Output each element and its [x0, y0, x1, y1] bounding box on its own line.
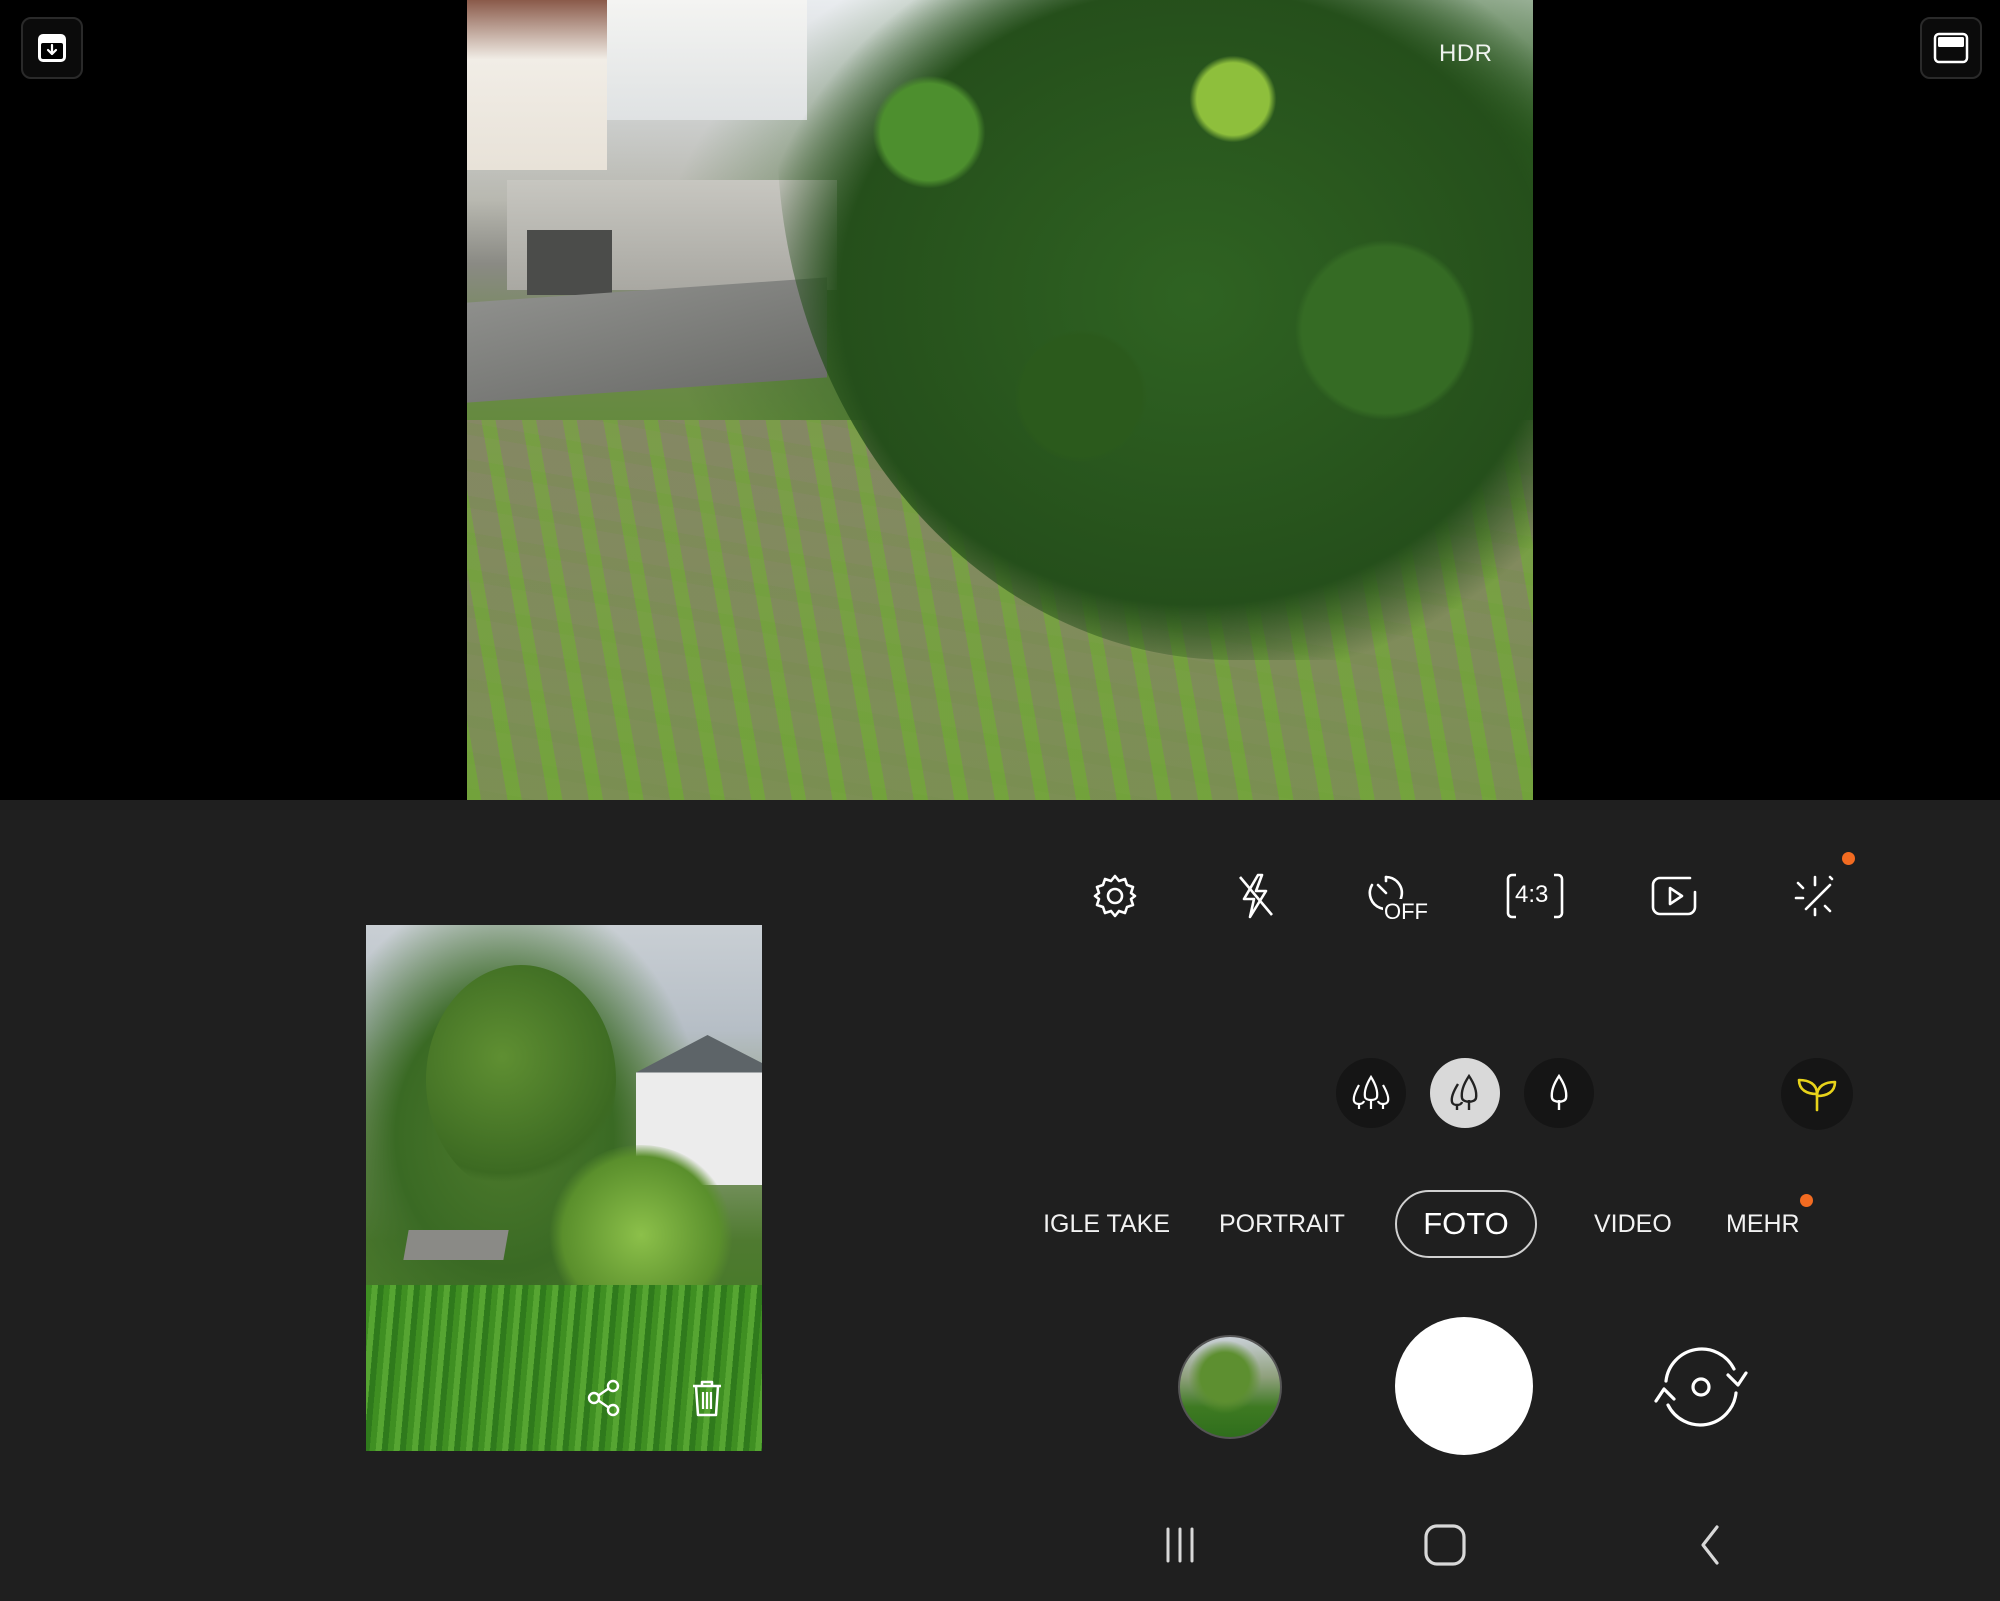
- filters-sparkle-icon: [1794, 875, 1834, 917]
- mode-single-take-label: IGLE TAKE: [1043, 1210, 1170, 1238]
- leaf-sprout-icon: [1797, 1078, 1837, 1112]
- aspect-ratio-label: 4:3: [1515, 881, 1549, 908]
- three-trees-icon: [1352, 1074, 1390, 1109]
- share-icon: [587, 1379, 620, 1417]
- gallery-thumbnail-button[interactable]: [1178, 1335, 1282, 1439]
- lens-ultra-wide-button[interactable]: [1336, 1058, 1406, 1128]
- nav-home-button[interactable]: [1415, 1520, 1475, 1570]
- settings-button[interactable]: [1084, 865, 1146, 927]
- flash-button[interactable]: [1224, 865, 1286, 927]
- lens-wide-button[interactable]: [1430, 1058, 1500, 1128]
- flip-camera-icon: [1654, 1347, 1748, 1427]
- eco-mode-button[interactable]: [1781, 1058, 1853, 1130]
- nav-recents-button[interactable]: [1150, 1520, 1210, 1570]
- delete-button[interactable]: [684, 1375, 730, 1421]
- hdr-indicator: HDR: [1439, 40, 1493, 67]
- viewfinder-road: [467, 277, 827, 403]
- motion-photo-icon: [1651, 876, 1697, 916]
- camera-viewfinder[interactable]: [467, 0, 1533, 800]
- timer-label: OFF: [1383, 899, 1429, 925]
- trash-icon: [693, 1380, 721, 1417]
- flash-off-icon: [1239, 873, 1273, 919]
- filters-notification-dot: [1842, 852, 1855, 865]
- recents-icon: [1166, 1527, 1194, 1563]
- gear-icon: [1093, 874, 1137, 918]
- more-notification-dot: [1800, 1194, 1813, 1207]
- mode-more[interactable]: MEHR: [1726, 1210, 1800, 1239]
- preview-table: [403, 1230, 509, 1260]
- viewfinder-house: [467, 0, 607, 170]
- lens-tele-button[interactable]: [1524, 1058, 1594, 1128]
- filters-button[interactable]: [1784, 865, 1846, 927]
- back-icon: [1701, 1525, 1719, 1565]
- window-mode-icon: [1933, 32, 1969, 64]
- camera-screen: HDR OFF 4:3 IGLE TAKE PORTRAIT FOTO VIDE…: [0, 0, 2000, 1601]
- flip-camera-button[interactable]: [1644, 1335, 1758, 1439]
- window-mode-button[interactable]: [1920, 17, 1982, 79]
- capture-download-button[interactable]: [21, 17, 83, 79]
- mode-single-take[interactable]: IGLE TAKE: [1040, 1205, 1170, 1245]
- one-tree-icon: [1550, 1073, 1568, 1110]
- viewfinder-area: HDR: [0, 0, 2000, 800]
- nav-back-button[interactable]: [1680, 1520, 1740, 1570]
- mode-portrait[interactable]: PORTRAIT: [1219, 1210, 1345, 1239]
- mode-photo-active[interactable]: FOTO: [1395, 1190, 1537, 1258]
- capture-preview[interactable]: [366, 925, 762, 1451]
- share-button[interactable]: [581, 1375, 627, 1421]
- shutter-button[interactable]: [1395, 1317, 1533, 1455]
- viewfinder-garage: [527, 230, 612, 295]
- timer-button[interactable]: OFF: [1362, 865, 1442, 927]
- home-icon: [1424, 1524, 1466, 1566]
- motion-photo-button[interactable]: [1644, 865, 1706, 927]
- aspect-ratio-button[interactable]: 4:3: [1502, 865, 1568, 927]
- two-trees-icon: [1450, 1073, 1478, 1110]
- mode-video[interactable]: VIDEO: [1594, 1210, 1672, 1239]
- preview-grass: [366, 1285, 762, 1451]
- capture-download-icon: [38, 34, 66, 62]
